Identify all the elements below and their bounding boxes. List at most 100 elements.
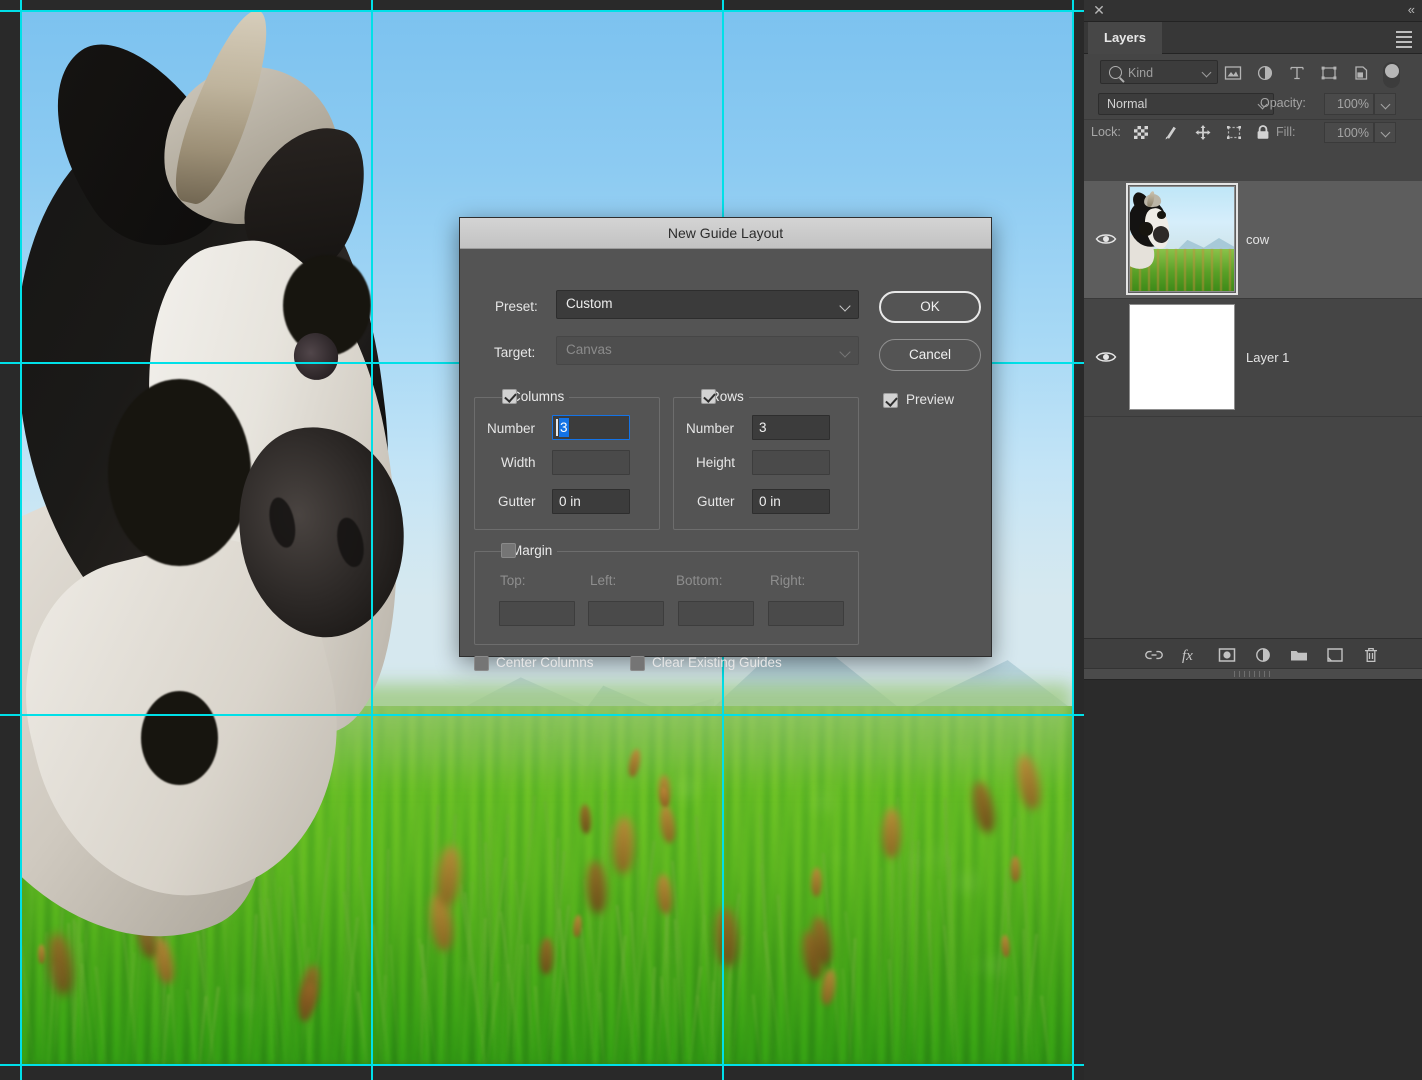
layer-thumbnail-cow[interactable] <box>1126 183 1238 295</box>
layers-panel: ✕ « Layers Kind Normal Opacity: 100% Loc… <box>1084 0 1422 1080</box>
layer-thumbnail-layer-1[interactable] <box>1129 304 1235 410</box>
rows-number-field[interactable]: 3 <box>752 415 830 440</box>
chevron-down-icon <box>839 300 851 312</box>
blend-mode-row: Normal Opacity: 100% <box>1084 90 1422 119</box>
clear-existing-guides-label: Clear Existing Guides <box>652 655 782 670</box>
columns-number-field[interactable]: 3 <box>552 415 630 440</box>
panel-menu-icon[interactable] <box>1396 31 1412 48</box>
add-layer-mask-icon[interactable] <box>1216 645 1238 665</box>
adjustment-filter-icon[interactable] <box>1256 65 1274 81</box>
margin-right-label: Right: <box>770 573 806 588</box>
lock-label: Lock: <box>1091 125 1121 139</box>
ok-label: OK <box>920 299 940 314</box>
panel-titlebar: ✕ « <box>1084 0 1422 22</box>
opacity-field[interactable]: 100% <box>1324 93 1374 115</box>
blend-mode-value: Normal <box>1107 97 1148 111</box>
cow-patch <box>108 379 251 567</box>
cow-patch <box>141 691 218 785</box>
center-columns-label: Center Columns <box>496 655 594 670</box>
chevron-down-icon <box>1201 67 1212 78</box>
opacity-value: 100% <box>1337 97 1369 111</box>
preset-select[interactable]: Custom <box>556 290 859 319</box>
blend-mode-select[interactable]: Normal <box>1098 93 1274 115</box>
layer-visibility-eye-icon[interactable] <box>1095 349 1117 365</box>
filter-enable-toggle[interactable] <box>1383 62 1400 88</box>
type-filter-icon[interactable] <box>1288 65 1306 81</box>
margin-right-field <box>768 601 844 626</box>
layer-name-label[interactable]: cow <box>1246 232 1269 247</box>
layer-visibility-eye-icon[interactable] <box>1095 231 1117 247</box>
thumbnail-image <box>1129 304 1235 410</box>
margin-top-label: Top: <box>500 573 526 588</box>
dialog-body: Preset: Custom Target: Canvas OK Cancel … <box>460 249 991 671</box>
pixel-filter-icon[interactable] <box>1224 65 1242 81</box>
lock-image-pixels-icon[interactable] <box>1163 124 1181 141</box>
preset-label: Preset: <box>495 299 538 314</box>
layer-row-layer-1[interactable]: Layer 1 <box>1084 299 1422 417</box>
filter-kind-select[interactable]: Kind <box>1100 60 1218 84</box>
rows-gutter-value: 0 in <box>759 494 781 509</box>
rows-height-field[interactable] <box>752 450 830 475</box>
link-layers-icon[interactable] <box>1143 645 1165 665</box>
layer-effects-fx-icon[interactable]: fx <box>1179 645 1201 665</box>
lock-position-icon[interactable] <box>1194 124 1212 141</box>
columns-number-label: Number <box>487 421 536 436</box>
center-columns-checkbox[interactable] <box>474 656 489 671</box>
thumbnail-image <box>1129 186 1235 292</box>
rows-checkbox[interactable] <box>701 389 716 404</box>
lock-artboard-icon[interactable] <box>1225 124 1243 141</box>
columns-checkbox[interactable] <box>502 389 517 404</box>
layer-list[interactable]: cow Layer 1 <box>1084 181 1422 638</box>
preview-label: Preview <box>906 392 955 407</box>
new-layer-icon[interactable] <box>1324 645 1346 665</box>
layer-row-cow[interactable]: cow <box>1084 181 1422 299</box>
target-label: Target: <box>494 345 536 360</box>
smart-object-filter-icon[interactable] <box>1352 65 1370 81</box>
fill-label: Fill: <box>1276 125 1296 139</box>
lock-row: Lock: Fill: 100% <box>1084 119 1422 145</box>
horizontal-guide[interactable] <box>0 1064 1084 1066</box>
tab-layers[interactable]: Layers <box>1088 22 1162 54</box>
rows-gutter-label: Gutter <box>697 494 735 509</box>
close-icon[interactable]: ✕ <box>1092 3 1106 17</box>
new-group-icon[interactable] <box>1288 645 1310 665</box>
cancel-label: Cancel <box>908 347 952 362</box>
margin-checkbox[interactable] <box>501 543 516 558</box>
filter-kind-label: Kind <box>1128 66 1154 80</box>
ok-button[interactable]: OK <box>879 291 981 323</box>
shape-filter-icon[interactable] <box>1320 65 1338 81</box>
margin-group <box>474 551 859 645</box>
vertical-guide[interactable] <box>1072 0 1074 1080</box>
rows-gutter-field[interactable]: 0 in <box>752 489 830 514</box>
columns-gutter-field[interactable]: 0 in <box>552 489 630 514</box>
fill-field[interactable]: 100% <box>1324 122 1374 143</box>
delete-layer-icon[interactable] <box>1360 645 1382 665</box>
double-chevron-left-icon[interactable]: « <box>1408 3 1415 17</box>
layers-panel-toolbar: fx <box>1084 638 1422 668</box>
lock-all-icon[interactable] <box>1254 124 1272 141</box>
columns-width-field[interactable] <box>552 450 630 475</box>
fill-value: 100% <box>1337 126 1369 140</box>
cow-nostril <box>332 515 368 570</box>
preview-checkbox[interactable] <box>883 393 898 408</box>
layer-name-label[interactable]: Layer 1 <box>1246 350 1289 365</box>
fill-slider-chevron-down-icon[interactable] <box>1374 122 1396 143</box>
panel-tab-row: Layers <box>1084 22 1422 54</box>
opacity-slider-chevron-down-icon[interactable] <box>1374 93 1396 115</box>
chevron-down-icon <box>839 346 851 358</box>
columns-number-value: 3 <box>559 418 569 437</box>
panel-resize-grip[interactable] <box>1084 668 1422 679</box>
target-select: Canvas <box>556 336 859 365</box>
new-adjustment-layer-icon[interactable] <box>1252 645 1274 665</box>
cow-nostril <box>264 495 300 550</box>
svg-text:fx: fx <box>1182 648 1193 664</box>
clear-existing-guides-checkbox[interactable] <box>630 656 645 671</box>
lock-transparent-pixels-icon[interactable] <box>1132 124 1150 141</box>
rows-number-label: Number <box>686 421 735 436</box>
layer-filter-row: Kind <box>1084 54 1422 90</box>
opacity-label: Opacity: <box>1260 96 1306 110</box>
margin-bottom-label: Bottom: <box>676 573 723 588</box>
new-guide-layout-dialog: New Guide Layout Preset: Custom Target: … <box>459 217 992 671</box>
photoshop-window: ✕ « Layers Kind Normal Opacity: 100% Loc… <box>0 0 1422 1080</box>
cancel-button[interactable]: Cancel <box>879 339 981 371</box>
